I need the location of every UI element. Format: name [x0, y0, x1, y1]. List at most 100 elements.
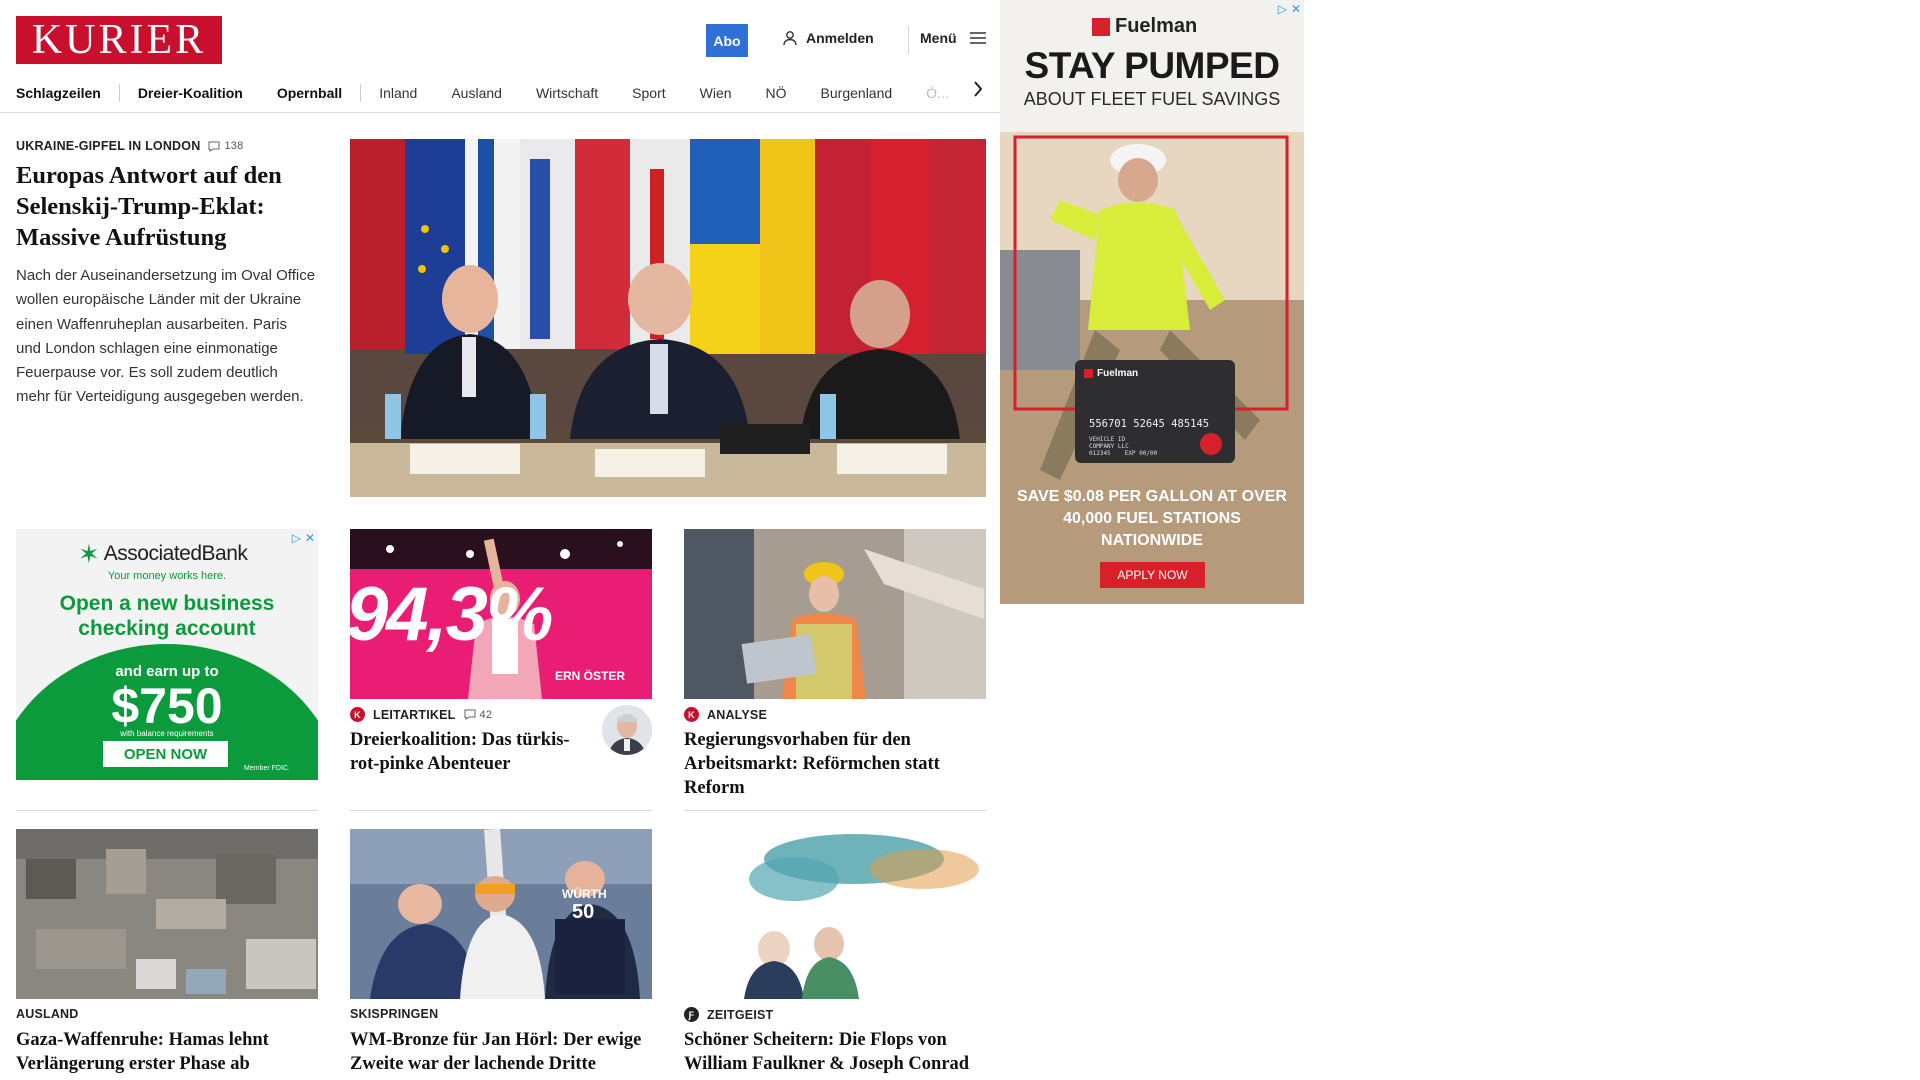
user-icon [783, 31, 797, 46]
summit-photo [350, 139, 986, 497]
ski-jumpers-photo [350, 829, 652, 999]
nav-item-opernball[interactable]: Opernball [277, 85, 342, 101]
fuel-card-line2: COMPANY LLC [1089, 443, 1129, 450]
kurier-k-icon: K [684, 707, 699, 722]
author-avatar[interactable] [602, 705, 652, 755]
card-skispringen-headline[interactable]: WM-Bronze für Jan Hörl: Der ewige Zweite… [350, 1028, 652, 1076]
fuel-card-line3: 012345 [1089, 450, 1111, 457]
associated-bank-member: Member FDIC. [244, 765, 290, 772]
card-zeitgeist-kicker[interactable]: ƒ ZEITGEIST [684, 1007, 773, 1022]
nav-item-burgenland[interactable]: Burgenland [821, 85, 893, 101]
author-portrait [602, 705, 652, 755]
fuel-card-chip-icon [1200, 433, 1222, 455]
nav-divider [360, 84, 362, 102]
login-label: Anmelden [806, 30, 874, 46]
associated-bank-logo: ✶ AssociatedBank [78, 539, 248, 569]
adchoices-icon[interactable]: ▷ [292, 531, 301, 545]
fuelman-apply-button[interactable]: APPLY NOW [1100, 562, 1205, 588]
associated-bank-brand: AssociatedBank [103, 542, 248, 565]
fuelman-brand: Fuelman [1115, 15, 1198, 37]
associated-bank-tagline: Your money works here. [107, 570, 227, 582]
nav-item-ausland[interactable]: Ausland [451, 85, 502, 101]
fuelman-logo: Fuelman [1092, 15, 1197, 38]
fuelman-savings: SAVE $0.08 PER GALLON AT OVER 40,000 FUE… [1017, 488, 1287, 549]
fuel-card-number: 556701 52645 485145 [1089, 418, 1210, 430]
logo-text: KURIER [31, 17, 207, 63]
ad-close-icon[interactable]: ✕ [305, 531, 315, 545]
kurier-k-icon: K [350, 707, 365, 722]
login-button[interactable]: Anmelden [782, 30, 874, 46]
nav-item-oe[interactable]: Ö... [926, 85, 949, 101]
card-leitartikel-image-subtext: ERN ÖSTER [555, 669, 626, 683]
lead-kicker-text: UKRAINE-GIPFEL IN LONDON [16, 139, 201, 153]
card-ausland-headline[interactable]: Gaza-Waffenruhe: Hamas lehnt Verlängerun… [16, 1028, 318, 1076]
card-leitartikel-headline[interactable]: Dreierkoalition: Das türkis-rot-pinke Ab… [350, 728, 595, 776]
adchoices[interactable]: ▷ ✕ [292, 531, 315, 545]
hamburger-icon [969, 32, 986, 44]
associated-bank-cta-button[interactable]: OPEN NOW [103, 741, 228, 767]
card-ausland-kicker[interactable]: AUSLAND [16, 1007, 79, 1021]
card-ausland-kicker-text: AUSLAND [16, 1007, 79, 1021]
nav-scroll-right-button[interactable] [968, 78, 988, 100]
lead-comment-count[interactable]: 138 [208, 140, 243, 152]
comment-icon [208, 141, 220, 152]
abo-button[interactable]: Abo [706, 24, 748, 57]
row-divider [16, 810, 318, 811]
associated-bank-fine-print: with balance requirements [120, 729, 214, 738]
ad-close-icon[interactable]: ✕ [1291, 2, 1301, 16]
lead-image[interactable] [350, 139, 986, 497]
card-skispringen-kicker-text: SKISPRINGEN [350, 1007, 439, 1021]
lead-kicker[interactable]: UKRAINE-GIPFEL IN LONDON 138 [16, 139, 243, 153]
card-leitartikel-comments-value: 42 [479, 708, 493, 721]
card-leitartikel-image[interactable]: 94,3% ERN ÖSTER [350, 529, 652, 699]
menu-label: Menü [920, 30, 957, 46]
fuel-card-logo-square [1084, 369, 1093, 378]
card-analyse-image[interactable] [684, 529, 986, 699]
chevron-right-icon [974, 81, 983, 97]
adchoices-icon[interactable]: ▷ [1278, 2, 1287, 16]
associated-bank-ad[interactable]: ▷ ✕ ✶ AssociatedBank Your money works her… [16, 529, 318, 780]
fuelman-logo-square [1092, 17, 1110, 36]
fuelman-headline: STAY PUMPED [1024, 45, 1280, 86]
nav-item-inland[interactable]: Inland [379, 85, 417, 101]
nav-item-wirtschaft[interactable]: Wirtschaft [536, 85, 598, 101]
zeitgeist-icon: ƒ [684, 1007, 699, 1022]
card-analyse-headline[interactable]: Regierungsvorhaben für den Arbeitsmarkt:… [684, 728, 986, 800]
gaza-ruins-photo [16, 829, 318, 999]
star-icon: ✶ [78, 539, 100, 569]
card-leitartikel-kicker[interactable]: K LEITARTIKEL 42 [350, 707, 492, 722]
comment-icon [464, 709, 476, 720]
associated-bank-headline: Open a new business checking account [59, 592, 275, 640]
fuel-card-line1: VEHICLE ID [1089, 436, 1126, 443]
nav-item-sport[interactable]: Sport [632, 85, 665, 101]
nav-item-noe[interactable]: NÖ [766, 85, 787, 101]
card-skispringen-kicker[interactable]: SKISPRINGEN [350, 1007, 438, 1021]
factory-worker-photo [684, 529, 986, 699]
card-analyse-kicker-text: ANALYSE [707, 707, 767, 722]
kurier-logo[interactable]: KURIER [16, 16, 222, 64]
fuel-card-logo: Fuelman [1084, 368, 1138, 379]
lead-headline[interactable]: Europas Antwort auf den Selenskij-Trump-… [16, 160, 316, 253]
card-leitartikel-kicker-text: LEITARTIKEL [373, 707, 456, 722]
menu-button[interactable]: Menü [920, 30, 987, 46]
card-leitartikel-comment-count[interactable]: 42 [464, 709, 493, 721]
header-rule [0, 112, 1001, 113]
nav-divider [118, 84, 120, 102]
lead-comments-value: 138 [224, 140, 244, 152]
row-divider [684, 810, 986, 811]
bib-number: 50 [572, 901, 595, 923]
associated-bank-amount: $750 [111, 678, 223, 734]
card-analyse-kicker[interactable]: K ANALYSE [684, 707, 767, 722]
fuelman-ad[interactable]: ▷ ✕ Fuelman STAY PUMPED ABOUT FLEET FUEL … [1000, 0, 1304, 604]
card-ausland-image[interactable] [16, 829, 318, 999]
card-zeitgeist-image[interactable] [684, 829, 986, 999]
card-skispringen-image[interactable]: WÜRTH 50 [350, 829, 652, 999]
adchoices[interactable]: ▷ ✕ [1278, 2, 1301, 16]
nav-item-wien[interactable]: Wien [700, 85, 732, 101]
lead-teaser: Nach der Auseinandersetzung im Oval Offi… [16, 267, 316, 406]
fuel-card-details: VEHICLE ID COMPANY LLC 012345 EXP 00/00 [1089, 436, 1157, 457]
nav-item-dreier-koalition[interactable]: Dreier-Koalition [138, 85, 243, 101]
bib-brand: WÜRTH [562, 887, 607, 901]
card-zeitgeist-headline[interactable]: Schöner Scheitern: Die Flops von William… [684, 1028, 986, 1076]
nav-item-schlagzeilen[interactable]: Schlagzeilen [16, 85, 101, 101]
